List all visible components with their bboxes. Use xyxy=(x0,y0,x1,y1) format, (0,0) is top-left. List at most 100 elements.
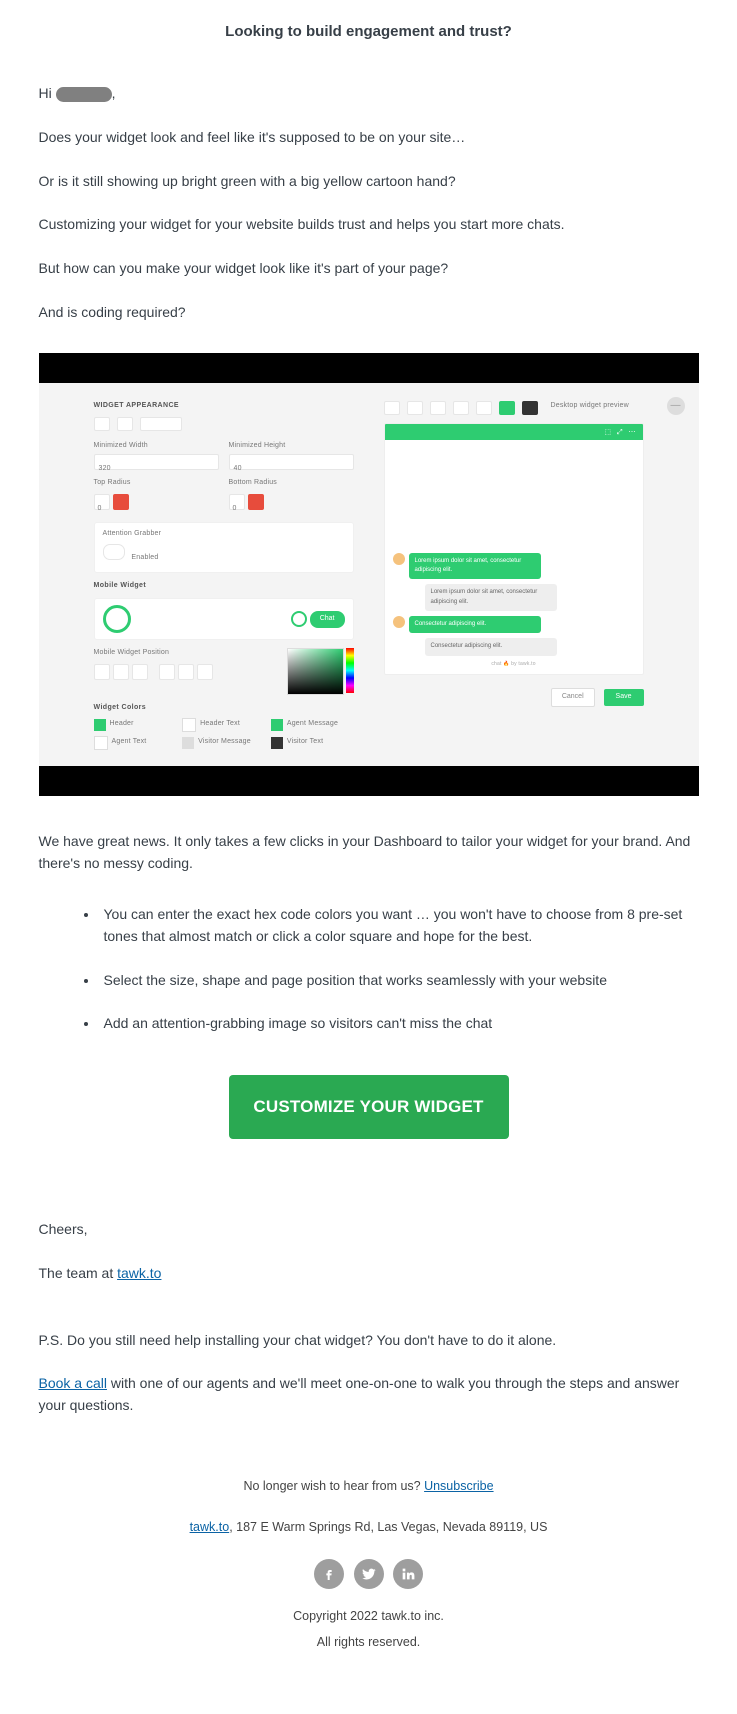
chat-pill[interactable]: Chat xyxy=(310,611,345,628)
chat-header: ⬚ ⤢ ⋯ xyxy=(385,424,643,440)
body-paragraph: Customizing your widget for your website… xyxy=(39,214,699,236)
color-swatch[interactable] xyxy=(271,737,283,749)
position-picker[interactable] xyxy=(94,664,219,686)
cancel-button[interactable]: Cancel xyxy=(551,688,595,707)
field-label: Top Radius xyxy=(94,478,219,489)
avatar-icon xyxy=(393,616,405,628)
visitor-message: Lorem ipsum dolor sit amet, consectetur … xyxy=(425,584,557,611)
tool-icon[interactable] xyxy=(522,401,538,415)
signoff: Cheers, xyxy=(39,1219,699,1241)
field-label: Mobile Widget Position xyxy=(94,648,219,659)
radius-lock-icon[interactable] xyxy=(248,494,264,510)
list-item: Add an attention-grabbing image so visit… xyxy=(99,1013,699,1035)
book-call-link[interactable]: Book a call xyxy=(39,1375,107,1391)
preview-toolbar xyxy=(384,401,541,415)
field-label: Attention Grabber xyxy=(103,529,345,540)
field-label: Minimized Width xyxy=(94,441,219,452)
color-swatch[interactable] xyxy=(271,719,283,731)
body-paragraph: Does your widget look and feel like it's… xyxy=(39,127,699,149)
address-line: tawk.to, 187 E Warm Springs Rd, Las Vega… xyxy=(39,1518,699,1537)
hue-slider[interactable] xyxy=(346,648,354,693)
tab-row xyxy=(94,417,354,431)
settings-panel: WIDGET APPEARANCE Minimized Width 320 Min… xyxy=(94,401,354,749)
book-suffix: with one of our agents and we'll meet on… xyxy=(39,1375,680,1413)
save-button[interactable]: Save xyxy=(604,689,644,706)
address-text: , 187 E Warm Springs Rd, Las Vegas, Neva… xyxy=(229,1520,547,1534)
field-label: Bottom Radius xyxy=(229,478,354,489)
unsubscribe-link[interactable]: Unsubscribe xyxy=(424,1479,493,1493)
color-picker[interactable] xyxy=(287,648,344,695)
section-heading: Mobile Widget xyxy=(94,581,354,592)
tool-icon[interactable] xyxy=(430,401,446,415)
tab[interactable] xyxy=(140,417,182,431)
ps-line: P.S. Do you still need help installing y… xyxy=(39,1330,699,1352)
panel-heading: WIDGET APPEARANCE xyxy=(94,401,354,412)
color-swatch[interactable] xyxy=(182,737,194,749)
tool-icon[interactable] xyxy=(476,401,492,415)
header-icons: ⬚ ⤢ ⋯ xyxy=(604,428,637,439)
mobile-widget-row: Chat xyxy=(94,598,354,640)
team-prefix: The team at xyxy=(39,1265,118,1281)
radius-input[interactable]: 0 xyxy=(229,494,245,510)
preview-label: Desktop widget preview xyxy=(551,401,629,415)
greeting-line: Hi , xyxy=(39,83,699,105)
bubble-small-icon[interactable] xyxy=(291,611,307,627)
body-paragraph: But how can you make your widget look li… xyxy=(39,258,699,280)
color-swatch[interactable] xyxy=(94,736,108,750)
field-label: Minimized Height xyxy=(229,441,354,452)
tawkto-footer-link[interactable]: tawk.to xyxy=(190,1520,230,1534)
rights: All rights reserved. xyxy=(39,1633,699,1652)
tab[interactable] xyxy=(94,417,110,431)
chat-footer: chat 🔥 by tawk.to xyxy=(385,661,643,669)
tool-icon[interactable] xyxy=(499,401,515,415)
agent-message: Consectetur adipiscing elit. xyxy=(409,616,541,633)
swatch-label: Header Text xyxy=(200,719,240,730)
section-heading: Widget Colors xyxy=(94,703,354,714)
copyright: Copyright 2022 tawk.to inc. xyxy=(39,1607,699,1626)
radius-lock-icon[interactable] xyxy=(113,494,129,510)
body-paragraph: We have great news. It only takes a few … xyxy=(39,831,699,874)
body-paragraph: And is coding required? xyxy=(39,302,699,324)
min-height-input[interactable]: 40 xyxy=(229,454,354,470)
swatch-label: Visitor Text xyxy=(287,737,323,748)
swatch-label: Visitor Message xyxy=(198,737,251,748)
linkedin-icon[interactable] xyxy=(393,1559,423,1589)
unsub-prefix: No longer wish to hear from us? xyxy=(243,1479,424,1493)
tab[interactable] xyxy=(117,417,133,431)
preview-panel: Desktop widget preview ⬚ ⤢ ⋯ Lorem ipsum… xyxy=(384,401,644,707)
customize-widget-button[interactable]: CUSTOMIZE YOUR WIDGET xyxy=(229,1075,509,1139)
toggle-label: Enabled xyxy=(131,554,158,561)
list-item: You can enter the exact hex code colors … xyxy=(99,904,699,947)
tool-icon[interactable] xyxy=(384,401,400,415)
attention-grabber-section: Attention Grabber Enabled xyxy=(94,522,354,574)
radius-input[interactable]: 0 xyxy=(94,494,110,510)
close-icon[interactable]: — xyxy=(667,397,685,415)
min-width-input[interactable]: 320 xyxy=(94,454,219,470)
color-swatch[interactable] xyxy=(182,718,196,732)
screenshot-frame: — WIDGET APPEARANCE Minimized Width 320 M… xyxy=(39,353,699,795)
tawkto-link[interactable]: tawk.to xyxy=(117,1265,161,1281)
avatar-icon xyxy=(393,553,405,565)
bubble-icon[interactable] xyxy=(103,605,131,633)
twitter-icon[interactable] xyxy=(354,1559,384,1589)
greeting: Hi xyxy=(39,85,56,101)
swatch-label: Header xyxy=(110,719,134,730)
team-line: The team at tawk.to xyxy=(39,1263,699,1285)
redacted-name xyxy=(56,87,112,102)
book-line: Book a call with one of our agents and w… xyxy=(39,1373,699,1416)
page-title: Looking to build engagement and trust? xyxy=(39,20,699,43)
color-swatch[interactable] xyxy=(94,719,106,731)
swatch-label: Agent Text xyxy=(112,737,147,748)
tool-icon[interactable] xyxy=(407,401,423,415)
swatch-label: Agent Message xyxy=(287,719,338,730)
visitor-message: Consectetur adipiscing elit. xyxy=(425,638,557,655)
unsubscribe-line: No longer wish to hear from us? Unsubscr… xyxy=(39,1477,699,1496)
bullet-list: You can enter the exact hex code colors … xyxy=(39,904,699,1035)
body-paragraph: Or is it still showing up bright green w… xyxy=(39,171,699,193)
facebook-icon[interactable] xyxy=(314,1559,344,1589)
agent-message: Lorem ipsum dolor sit amet, consectetur … xyxy=(409,553,541,580)
tool-icon[interactable] xyxy=(453,401,469,415)
chat-preview: ⬚ ⤢ ⋯ Lorem ipsum dolor sit amet, consec… xyxy=(384,423,644,675)
list-item: Select the size, shape and page position… xyxy=(99,970,699,992)
enabled-toggle[interactable] xyxy=(103,544,125,560)
